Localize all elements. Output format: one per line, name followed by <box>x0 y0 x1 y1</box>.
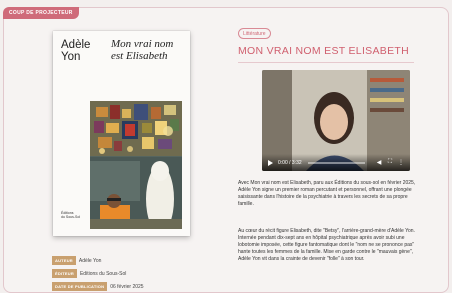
meta-publisher: ÉDITEUR Editions du Sous-Sol <box>52 269 126 278</box>
video-controls: 0:00 / 3:32 ◀ ⛶ ⋮ <box>262 154 410 171</box>
article-paragraph-2: Au cœur du récit figure Elisabeth, dite … <box>238 228 415 262</box>
book-title: Mon vrai nom est Elisabeth <box>111 38 174 62</box>
fullscreen-icon[interactable]: ⛶ <box>387 159 393 166</box>
title-divider <box>238 62 414 63</box>
meta-label: AUTEUR <box>52 256 76 265</box>
meta-value: 06 février 2025 <box>110 283 144 290</box>
video-timecode: 0:00 / 3:32 <box>278 159 302 166</box>
book-cover[interactable]: Adèle Yon Mon vrai nom est Elisabeth Édi… <box>53 31 190 236</box>
book-author: Adèle Yon <box>61 39 91 63</box>
meta-label: DATE DE PUBLICATION <box>52 282 108 291</box>
meta-label: ÉDITEUR <box>52 269 77 278</box>
meta-author: AUTEUR Adèle Yon <box>52 256 101 265</box>
article-paragraph-1: Avec Mon vrai nom est Elisabeth, paru au… <box>238 180 416 207</box>
meta-value: Adèle Yon <box>78 257 102 264</box>
publisher-logo: Éditions du Sous-Sol <box>61 211 81 219</box>
article-title: MON VRAI NOM EST ELISABETH <box>238 45 409 57</box>
volume-icon[interactable]: ◀ <box>376 160 382 166</box>
cover-painting <box>90 101 182 229</box>
spotlight-banner: COUP DE PROJECTEUR <box>3 7 79 19</box>
play-icon[interactable] <box>268 159 273 166</box>
video-player[interactable]: 0:00 / 3:32 ◀ ⛶ ⋮ <box>262 70 410 171</box>
meta-date: DATE DE PUBLICATION 06 février 2025 <box>52 282 144 291</box>
video-progress-bar[interactable] <box>307 161 365 164</box>
category-tag[interactable]: Littérature <box>238 28 271 39</box>
meta-value: Editions du Sous-Sol <box>79 270 127 277</box>
more-options-icon[interactable]: ⋮ <box>398 160 404 166</box>
